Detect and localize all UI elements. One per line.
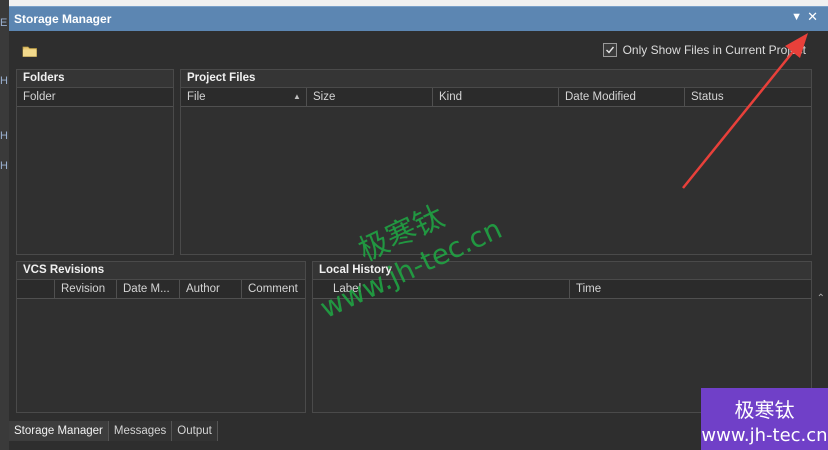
watermark-badge: 极寒钛 www.jh-tec.cn <box>701 388 828 450</box>
badge-url: www.jh-tec.cn <box>701 425 828 446</box>
badge-cn: 极寒钛 <box>734 398 795 422</box>
